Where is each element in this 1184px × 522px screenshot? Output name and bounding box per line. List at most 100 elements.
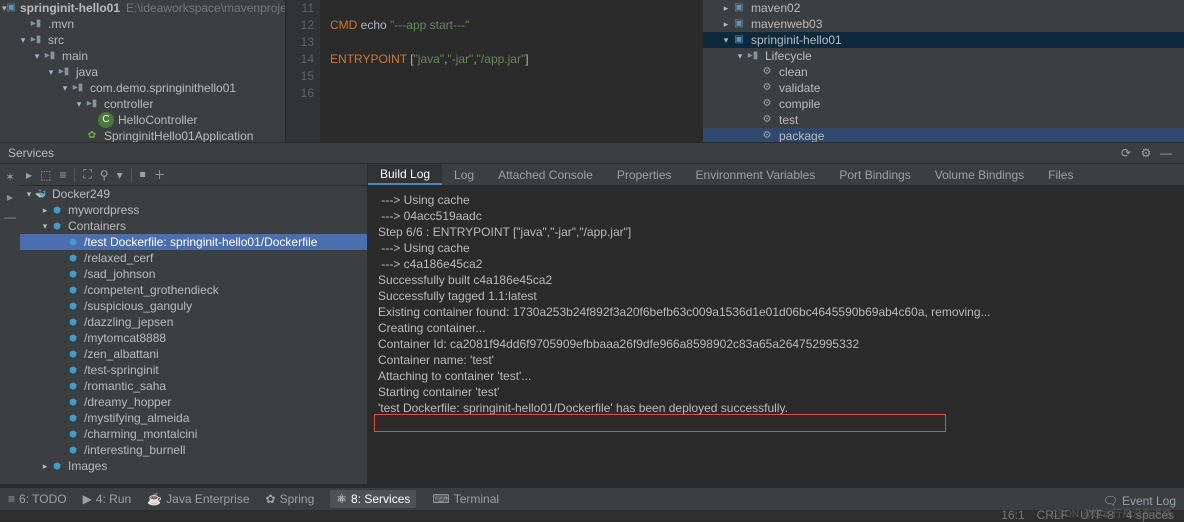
bottom-tool-button[interactable]: ☕Java Enterprise bbox=[147, 492, 249, 506]
expand-arrow-icon[interactable] bbox=[721, 0, 731, 16]
log-line: Successfully built c4a186e45ca2 bbox=[378, 272, 1174, 288]
tree-item[interactable]: ▣ mavenweb03 bbox=[703, 16, 1184, 32]
tree-item[interactable]: ▸▮ controller bbox=[0, 96, 285, 112]
toolbar-icon[interactable]: ⚲ bbox=[100, 168, 109, 182]
bottom-tool-button[interactable]: ⌨Terminal bbox=[432, 492, 499, 506]
gutter-action-icon[interactable]: — bbox=[4, 210, 16, 224]
services-tree-item[interactable]: ⬢ /dreamy_hopper bbox=[20, 394, 367, 410]
services-tree-item[interactable]: ⬢ /zen_albattani bbox=[20, 346, 367, 362]
code-line[interactable] bbox=[330, 0, 702, 17]
toolbar-icon[interactable]: ▸ bbox=[26, 168, 32, 182]
toolbar-icon[interactable]: ≡ bbox=[59, 168, 66, 182]
services-tab[interactable]: Port Bindings bbox=[827, 164, 922, 185]
tree-item[interactable]: ▸▮ main bbox=[0, 48, 285, 64]
services-tab[interactable]: Volume Bindings bbox=[923, 164, 1036, 185]
project-root[interactable]: ▣ springinit-hello01 E:\ideaworkspace\ma… bbox=[0, 0, 285, 16]
expand-arrow-icon[interactable] bbox=[32, 48, 42, 64]
toolbar-icon[interactable]: ⏹ bbox=[140, 167, 146, 182]
services-tree-item[interactable]: ⬢ /charming_montalcini bbox=[20, 426, 367, 442]
tree-item[interactable]: ▸▮ src bbox=[0, 32, 285, 48]
expand-arrow-icon[interactable] bbox=[735, 48, 745, 64]
expand-arrow-icon[interactable]: ▸ bbox=[40, 205, 50, 216]
services-tab[interactable]: Build Log bbox=[368, 164, 442, 185]
services-tree-item[interactable]: ⬢ /test-springinit bbox=[20, 362, 367, 378]
services-item-label: Containers bbox=[68, 219, 126, 233]
gutter-action-icon[interactable]: ▸ bbox=[7, 190, 13, 204]
tool-label: Terminal bbox=[454, 492, 499, 506]
services-tree-item[interactable]: ⬢ /relaxed_cerf bbox=[20, 250, 367, 266]
expand-arrow-icon[interactable] bbox=[18, 32, 28, 48]
services-item-label: /mystifying_almeida bbox=[84, 411, 189, 425]
services-tree-item[interactable]: ⬢ /test Dockerfile: springinit-hello01/D… bbox=[20, 234, 367, 250]
expand-arrow-icon[interactable] bbox=[46, 64, 56, 80]
code-line[interactable] bbox=[330, 85, 702, 102]
services-tree-item[interactable]: ⬢ /romantic_saha bbox=[20, 378, 367, 394]
tree-item[interactable]: ▸▮ com.demo.springinithello01 bbox=[0, 80, 285, 96]
gutter-action-icon[interactable]: ✶ bbox=[5, 170, 15, 184]
maven-panel[interactable]: ▣ maven02 ▣ mavenweb03 ▣ springinit-hell… bbox=[702, 0, 1184, 142]
services-tree-item[interactable]: ▾ 🐳 Docker249 bbox=[20, 186, 367, 202]
tree-item[interactable]: ▸▮ .mvn bbox=[0, 16, 285, 32]
services-tab[interactable]: Attached Console bbox=[486, 164, 605, 185]
editor-code[interactable]: CMD echo "---app start---" ENTRYPOINT ["j… bbox=[320, 0, 702, 142]
tree-item[interactable]: ▸▮ java bbox=[0, 64, 285, 80]
services-tree-panel[interactable]: ▸ ⬚ ≡ ⛶ ⚲ ▾ ⏹ ＋ ▾ 🐳 Docker249 ▸ ⬢ mywordpress ▾… bbox=[20, 164, 368, 484]
services-tree-item[interactable]: ▸ ⬢ mywordpress bbox=[20, 202, 367, 218]
tree-item[interactable]: ✿ SpringinitHello01Application bbox=[0, 128, 285, 142]
services-toolbar[interactable]: ▸ ⬚ ≡ ⛶ ⚲ ▾ ⏹ ＋ bbox=[20, 164, 367, 186]
tree-item[interactable]: ⚙ clean bbox=[703, 64, 1184, 80]
tree-item[interactable]: ⚙ test bbox=[703, 112, 1184, 128]
expand-arrow-icon[interactable] bbox=[60, 80, 70, 96]
services-tree-item[interactable]: ⬢ /suspicious_ganguly bbox=[20, 298, 367, 314]
tree-item[interactable]: ⚙ compile bbox=[703, 96, 1184, 112]
code-line[interactable]: ENTRYPOINT ["java","-jar","/app.jar"] bbox=[330, 51, 702, 68]
bottom-toolbar[interactable]: ≡6: TODO ▶4: Run ☕Java Enterprise ✿Spring ⚛8… bbox=[0, 488, 1184, 510]
gear-icon[interactable]: ⚙ bbox=[1136, 146, 1156, 160]
pod-icon: ⬢ bbox=[50, 203, 64, 217]
services-tree-item[interactable]: ⬢ /interesting_burnell bbox=[20, 442, 367, 458]
services-tree-item[interactable]: ⬢ /dazzling_jepsen bbox=[20, 314, 367, 330]
project-tree[interactable]: ▣ springinit-hello01 E:\ideaworkspace\ma… bbox=[0, 0, 286, 142]
tree-item-label: maven02 bbox=[751, 0, 800, 16]
tree-item[interactable]: ⚙ package bbox=[703, 128, 1184, 142]
hide-icon[interactable]: — bbox=[1156, 146, 1176, 160]
expand-arrow-icon[interactable]: ▸ bbox=[40, 461, 50, 472]
tree-item[interactable]: ⚙ validate bbox=[703, 80, 1184, 96]
expand-arrow-icon[interactable]: ▾ bbox=[40, 221, 50, 232]
toolbar-icon[interactable]: ⛶ bbox=[83, 167, 91, 182]
services-toolwindow-header[interactable]: Services ⟳ ⚙ — bbox=[0, 142, 1184, 164]
toolbar-icon[interactable]: ＋ bbox=[154, 166, 166, 183]
tree-item[interactable]: ▣ springinit-hello01 bbox=[703, 32, 1184, 48]
toolbar-icon[interactable]: ▾ bbox=[117, 168, 123, 182]
services-tree-item[interactable]: ⬢ /sad_johnson bbox=[20, 266, 367, 282]
services-tree-item[interactable]: ⬢ /mystifying_almeida bbox=[20, 410, 367, 426]
services-left-gutter[interactable]: ✶ ▸ — bbox=[0, 164, 20, 484]
tree-item[interactable]: ▣ maven02 bbox=[703, 0, 1184, 16]
tree-item[interactable]: ▸▮ Lifecycle bbox=[703, 48, 1184, 64]
expand-arrow-icon[interactable] bbox=[721, 32, 731, 48]
expand-arrow-icon[interactable] bbox=[74, 96, 84, 112]
expand-arrow-icon[interactable] bbox=[721, 16, 731, 32]
build-log[interactable]: ---> Using cache ---> 04acc519aadcStep 6… bbox=[368, 186, 1184, 484]
services-tree-item[interactable]: ▾ ⬢ Containers bbox=[20, 218, 367, 234]
code-line[interactable]: CMD echo "---app start---" bbox=[330, 17, 702, 34]
services-tab[interactable]: Log bbox=[442, 164, 486, 185]
services-tab[interactable]: Properties bbox=[605, 164, 684, 185]
tree-item[interactable]: C HelloController bbox=[0, 112, 285, 128]
bottom-tool-button[interactable]: ✿Spring bbox=[266, 492, 315, 506]
code-line[interactable] bbox=[330, 34, 702, 51]
services-tab[interactable]: Files bbox=[1036, 164, 1085, 185]
services-tree-item[interactable]: ▸ ⬢ Images bbox=[20, 458, 367, 474]
bottom-tool-button[interactable]: ▶4: Run bbox=[83, 492, 132, 506]
editor[interactable]: 111213141516 CMD echo "---app start---"E… bbox=[286, 0, 702, 142]
bottom-tool-button[interactable]: ≡6: TODO bbox=[8, 492, 67, 506]
code-line[interactable] bbox=[330, 68, 702, 85]
services-tabs[interactable]: Build LogLogAttached ConsolePropertiesEn… bbox=[368, 164, 1184, 186]
toolbar-icon[interactable]: ⬚ bbox=[40, 168, 51, 182]
refresh-icon[interactable]: ⟳ bbox=[1116, 146, 1136, 160]
services-tree-item[interactable]: ⬢ /mytomcat8888 bbox=[20, 330, 367, 346]
bottom-tool-button[interactable]: ⚛8: Services bbox=[330, 490, 416, 508]
services-tab[interactable]: Environment Variables bbox=[684, 164, 828, 185]
expand-arrow-icon[interactable]: ▾ bbox=[24, 189, 34, 200]
services-tree-item[interactable]: ⬢ /competent_grothendieck bbox=[20, 282, 367, 298]
